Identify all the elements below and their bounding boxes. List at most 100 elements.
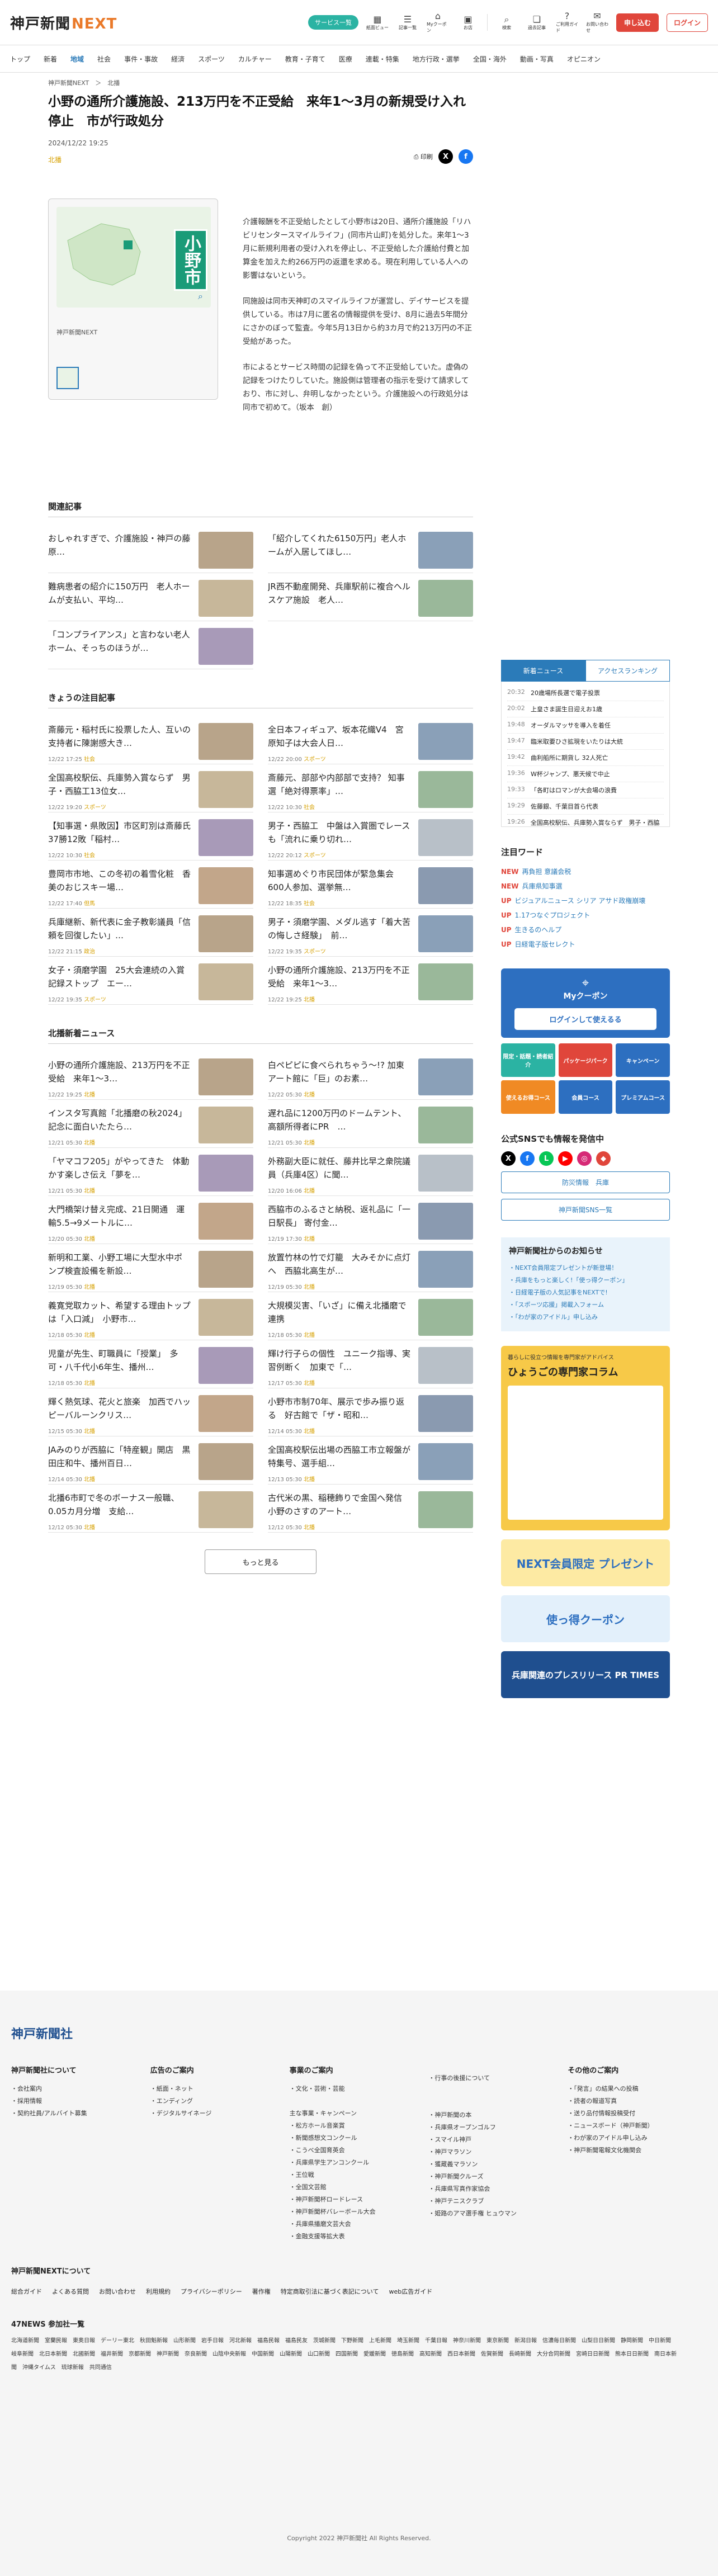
article-card[interactable]: 全日本フィギュア、坂本花織V4 宮原知子は大会人日… 12/22 20:00 スポ… — [268, 716, 473, 764]
footer-logo[interactable]: 神戸新聞社 — [0, 1991, 718, 2042]
bookmark-icon[interactable]: ❏ 過去記事 — [526, 14, 548, 31]
zoom-icon[interactable]: ⌕ — [198, 291, 203, 302]
news-row[interactable]: 20:32 20歳場所長選で電子投票 — [507, 685, 664, 701]
footer-link[interactable]: ・会社案内 — [11, 2083, 150, 2095]
nav-item[interactable]: カルチャー — [232, 54, 278, 64]
pr-times-banner[interactable]: 兵庫関連のプレスリリース PR TIMES — [501, 1651, 670, 1698]
article-card[interactable]: 「紹介してくれた6150万円」老人ホームが入居してほし… — [268, 525, 473, 573]
footer-nav-link[interactable]: よくある質問 — [52, 2287, 89, 2296]
footer-link[interactable]: ・松方ホール音楽賞 — [290, 2120, 429, 2132]
article-card[interactable]: インスタ写真館「北播磨の秋2024」 記念に面白いたたら… 12/21 05:30… — [48, 1100, 253, 1148]
sns-list-button[interactable]: 神戸新聞SNS一覧 — [501, 1199, 670, 1221]
nav-item[interactable]: 動画・写真 — [513, 54, 560, 64]
tab-access-ranking[interactable]: アクセスランキング — [585, 660, 670, 682]
footer-link[interactable]: ・兵庫県写真作家協会 — [428, 2183, 568, 2195]
article-card[interactable]: 新明和工業、小野工場に大型水中ポンプ検査設備を新設… 12/19 05:30 北播 — [48, 1244, 253, 1292]
article-card[interactable]: 男子・須磨学園、メダル逃す「着大苦の悔しさ経験」 前… 12/22 19:35 ス… — [268, 909, 473, 957]
footer-link[interactable]: ・デジタルサイネージ — [150, 2107, 290, 2120]
footer-link[interactable]: ・神戸新聞の本 — [428, 2109, 568, 2121]
notice-item[interactable]: ・兵庫をもっと楽しく!「使っ得クーポン」 — [509, 1274, 662, 1287]
mycoupon-icon[interactable]: ⌂ Myクーポン — [427, 11, 449, 34]
footer-link[interactable]: ・送り品付情報投稿受付 — [568, 2107, 707, 2120]
hot-word[interactable]: UP ビジュアルニュース シリア アサド政権崩壊 — [501, 894, 670, 908]
article-card[interactable]: 大規模災害、「いざ」に備え北播磨で連携 12/18 05:30 北播 — [268, 1292, 473, 1340]
footer-link[interactable]: ・兵庫県オープンゴルフ — [428, 2121, 568, 2134]
footer-link[interactable]: ・「発言」の結果への投稿 — [568, 2083, 707, 2095]
tab-new-news[interactable]: 新着ニュース — [501, 660, 585, 682]
footer-nav-link[interactable]: 総合ガイド — [11, 2287, 42, 2296]
article-card[interactable]: 【知事選・県敗因】市区町別は斎藤氏37勝12敗「稲村… 12/22 10:30 社… — [48, 812, 253, 861]
service-list-button[interactable]: サービス一覧 — [308, 15, 358, 30]
youtube-icon[interactable]: ▶ — [558, 1151, 573, 1166]
footer-link[interactable]: ・神戸新聞クルーズ — [428, 2171, 568, 2183]
article-card[interactable]: 全国高校駅伝出場の西脇工市立報盤が特集号、選手組… 12/13 05:30 北播 — [268, 1436, 473, 1485]
article-card[interactable]: 北播6市町で冬のボーナス一般職、0.05カ月分増 支給… 12/12 05:30 … — [48, 1485, 253, 1533]
article-card[interactable]: JR西不動産開発、兵庫駅前に複合ヘルスケア施設 老人… — [268, 573, 473, 621]
nav-item[interactable]: トップ — [3, 54, 37, 64]
footer-link[interactable]: ・紙面・ネット — [150, 2083, 290, 2095]
footer-link[interactable]: ・ニュースボード（神戸新聞） — [568, 2120, 707, 2132]
other-sns-icon[interactable]: ◆ — [596, 1151, 611, 1166]
facebook-share-icon[interactable]: f — [459, 149, 473, 164]
footer-link[interactable]: ・神戸新聞杯ロードレース — [290, 2194, 429, 2206]
footer-link[interactable]: 主な事業・キャンペーン — [290, 2107, 429, 2120]
news-row[interactable]: 19:33 「各町はロマンが大会場の浪費 — [507, 782, 664, 798]
footer-nav-link[interactable]: 利用規約 — [146, 2287, 171, 2296]
article-card[interactable]: 遅れ品に1200万円のドームテント、高額所得者にPR … 12/21 05:30 … — [268, 1100, 473, 1148]
footer-link[interactable]: ・採用情報 — [11, 2095, 150, 2107]
article-card[interactable]: 斎藤元、部部や内部部で支持？ 知事選「絶対得票率」… 12/22 10:30 社会 — [268, 764, 473, 812]
news-row[interactable]: 19:26 全国高校駅伝、兵庫勢入賞ならず 男子・西脇工13位女 須磨学園は7位 — [507, 815, 664, 826]
article-card[interactable]: 豊岡市市地、この冬初の着雪化粧 香美のおじスキー場… 12/22 17:40 但馬 — [48, 861, 253, 909]
disaster-info-button[interactable]: 防災情報 兵庫 — [501, 1171, 670, 1193]
footer-nav-link[interactable]: web広告ガイド — [389, 2287, 432, 2296]
notice-item[interactable]: ・「スポーツ応援」掲載入フォーム — [509, 1299, 662, 1311]
nav-item[interactable]: スポーツ — [191, 54, 232, 64]
article-card[interactable]: 難病患者の紹介に150万円 老人ホームが支払い、平均… — [48, 573, 253, 621]
footer-link[interactable]: ・スマイル神戸 — [428, 2134, 568, 2146]
present-banner[interactable]: NEXT会員限定 プレゼント — [501, 1539, 670, 1586]
x-icon[interactable]: X — [501, 1151, 516, 1166]
line-icon[interactable]: L — [539, 1151, 554, 1166]
footer-link[interactable]: ・姫路のアマ選手権 ヒュウマン — [428, 2208, 568, 2220]
footer-link[interactable] — [428, 2085, 568, 2097]
footer-link[interactable]: ・神戸テニスクラブ — [428, 2195, 568, 2208]
article-card[interactable]: 放置竹林の竹で灯籠 大みそかに点灯へ 西脇北高生が… 12/19 05:30 北播 — [268, 1244, 473, 1292]
hot-word[interactable]: NEW 兵庫県知事選 — [501, 879, 670, 894]
footer-nav-link[interactable]: 著作権 — [252, 2287, 271, 2296]
promo-tile[interactable]: 会員コース — [558, 1080, 613, 1114]
promo-tile[interactable]: 限定・話題・読者紹介 — [501, 1043, 555, 1077]
footer-link[interactable]: ・神戸新聞電報文化機関会 — [568, 2144, 707, 2157]
list-icon[interactable]: ☰ 記事一覧 — [396, 14, 419, 31]
article-card[interactable]: 児童が先生、町職員に「授業」 多可・八千代小6年生、播州… 12/18 05:30… — [48, 1340, 253, 1388]
hot-word[interactable]: UP 日経電子版セレクト — [501, 937, 670, 952]
nav-item[interactable]: 教育・子育て — [278, 54, 332, 64]
footer-link[interactable]: ・王位戦 — [290, 2169, 429, 2181]
footer-link[interactable]: ・エンディング — [150, 2095, 290, 2107]
article-image[interactable]: 小野市 ⌕ 神戸新聞NEXT — [48, 198, 218, 400]
notice-item[interactable]: ・NEXT会員限定プレゼントが新登場！ — [509, 1262, 662, 1274]
footer-link[interactable]: ・新聞感想文コンクール — [290, 2132, 429, 2144]
site-logo[interactable]: 神戸新聞NEXT — [10, 12, 117, 33]
footer-link[interactable] — [290, 2095, 429, 2107]
article-card[interactable]: JAみのりが西脇に「特産観」開店 黒田庄和牛、播州百日… 12/14 05:30 … — [48, 1436, 253, 1485]
footer-nav-link[interactable]: 特定商取引法に基づく表記について — [281, 2287, 379, 2296]
footer-link[interactable]: ・文化・芸術・芸能 — [290, 2083, 429, 2095]
footer-link[interactable]: ・わが家のアイドル申し込み — [568, 2132, 707, 2144]
footer-link[interactable]: ・獲蔵義マラソン — [428, 2158, 568, 2171]
news-row[interactable]: 19:47 臨米取要ひさ拡現をいたりは大統 — [507, 734, 664, 750]
news-row[interactable]: 19:42 曲利船所に期貨し 32人死亡 — [507, 750, 664, 766]
search-icon[interactable]: ⌕ 検索 — [495, 14, 518, 31]
login-button[interactable]: ログイン — [666, 13, 708, 32]
footer-link[interactable]: ・兵庫県学生アンコンクール — [290, 2157, 429, 2169]
nav-item[interactable]: 地方行政・選挙 — [406, 54, 466, 64]
article-category[interactable]: 北播 — [48, 155, 473, 164]
instagram-icon[interactable]: ◎ — [577, 1151, 592, 1166]
notice-item[interactable]: ・日経電子版の人気記事をNEXTで! — [509, 1287, 662, 1299]
article-card[interactable]: 小野の通所介護施設、213万円を不正受給 来年1～3… 12/22 19:25 北… — [268, 957, 473, 1005]
footer-link[interactable]: ・こうべ全国育英会 — [290, 2144, 429, 2157]
footer-link[interactable]: ・兵庫県播磨文芸大会 — [290, 2218, 429, 2230]
nav-item[interactable]: 連載・特集 — [359, 54, 406, 64]
article-card[interactable]: おしゃれすぎで、介護施設・神戸の藤原… — [48, 525, 253, 573]
article-card[interactable]: 輝け行子らの個性 ユニーク指導、実習例断く 加東で「… 12/17 05:30 北… — [268, 1340, 473, 1388]
hot-word[interactable]: UP 生きるのヘルプ — [501, 923, 670, 937]
